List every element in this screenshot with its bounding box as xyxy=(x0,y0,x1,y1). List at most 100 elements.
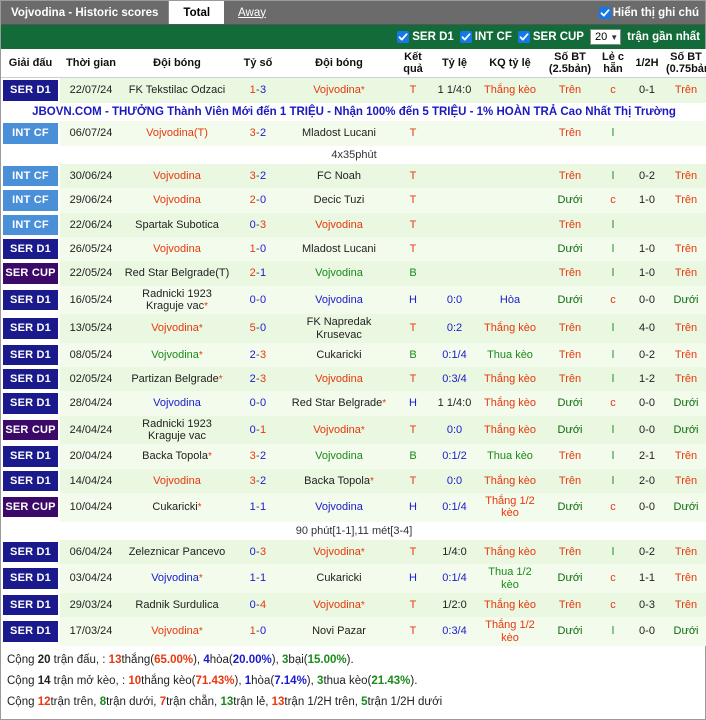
league-badge-cell[interactable]: SER D1 xyxy=(1,343,60,367)
home-team[interactable]: Vojvodina xyxy=(122,164,232,189)
col-header-ou25[interactable]: Số BT (2.5bản) xyxy=(543,49,597,79)
table-row[interactable]: SER D1 03/04/24 Vojvodina* 1-1 Cukaricki H 0:1… xyxy=(1,564,706,593)
checkbox-checked-icon[interactable] xyxy=(598,6,611,19)
col-header-odds[interactable]: Tỷ lệ xyxy=(432,49,477,79)
away-team[interactable]: FK Napredak Krusevac xyxy=(284,314,394,343)
home-team[interactable]: FK Tekstilac Odzaci xyxy=(122,77,232,103)
tab-away[interactable]: Away xyxy=(224,1,280,24)
col-header-odds-result[interactable]: KQ tỷ lệ xyxy=(477,49,543,79)
col-header-oddeven[interactable]: Lẻ c hẵn xyxy=(597,49,629,79)
league-badge-cell[interactable]: SER D1 xyxy=(1,367,60,391)
filter-ser-d1[interactable]: SER D1 xyxy=(397,31,454,43)
table-row[interactable]: SER D1 08/05/24 Vojvodina* 2-3 Cukaricki B 0:1… xyxy=(1,342,706,368)
league-badge-cell[interactable]: SER D1 xyxy=(1,444,60,468)
home-team[interactable]: Backa Topola* xyxy=(122,444,232,469)
league-badge-cell[interactable]: SER D1 xyxy=(1,286,60,315)
league-badge-cell[interactable]: INT CF xyxy=(1,164,60,188)
away-team[interactable]: Mladost Lucani xyxy=(284,121,394,146)
table-row[interactable]: SER D1 02/05/24 Partizan Belgrade* 2-3 Vojvo… xyxy=(1,367,706,392)
show-notes-toggle[interactable]: Hiển thị ghi chú xyxy=(598,1,705,24)
home-team[interactable]: Red Star Belgrade(T) xyxy=(122,261,232,286)
away-team[interactable]: Cukaricki xyxy=(284,342,394,368)
col-header-away[interactable]: Đội bóng xyxy=(284,49,394,79)
league-badge-cell[interactable]: SER D1 xyxy=(1,314,60,343)
league-badge-cell[interactable]: SER D1 xyxy=(1,617,60,646)
league-badge-cell[interactable]: SER D1 xyxy=(1,469,60,493)
promo-banner-row[interactable]: JBOVN.COM - THƯỞNG Thành Viên Mới đến 1 … xyxy=(1,102,706,122)
checkbox-checked-icon[interactable] xyxy=(517,31,530,43)
col-header-league[interactable]: Giải đấu xyxy=(1,49,60,79)
checkbox-checked-icon[interactable] xyxy=(459,31,472,43)
away-team[interactable]: Vojvodina xyxy=(284,261,394,286)
checkbox-checked-icon[interactable] xyxy=(397,31,410,43)
table-row[interactable]: INT CF 06/07/24 Vojvodina(T) 3-2 Mladost Luc… xyxy=(1,121,706,146)
table-row[interactable]: SER D1 14/04/24 Vojvodina 3-2 Backa Topola* T… xyxy=(1,468,706,493)
home-team[interactable]: Radnicki 1923 Kraguje vac* xyxy=(122,285,232,315)
away-team[interactable]: Vojvodina* xyxy=(284,415,394,445)
filter-int-cf[interactable]: INT CF xyxy=(459,31,512,43)
league-badge-cell[interactable]: SER CUP xyxy=(1,261,60,285)
league-badge-cell[interactable]: SER D1 xyxy=(1,78,60,103)
table-row[interactable]: SER D1 16/05/24 Radnicki 1923 Kraguje vac*… xyxy=(1,285,706,315)
table-row[interactable]: SER D1 06/04/24 Zeleznicar Pancevo 0-3 Vojvo… xyxy=(1,539,706,565)
away-team[interactable]: Vojvodina* xyxy=(284,77,394,103)
table-row[interactable]: SER CUP 24/04/24 Radnicki 1923 Kraguje vac… xyxy=(1,415,706,445)
home-team[interactable]: Vojvodina* xyxy=(122,342,232,368)
away-team[interactable]: Vojvodina xyxy=(284,444,394,469)
league-badge-cell[interactable]: SER CUP xyxy=(1,493,60,522)
table-row[interactable]: SER D1 28/04/24 Vojvodina 0-0 Red Star Belgr… xyxy=(1,391,706,416)
table-row[interactable]: SER CUP 10/04/24 Cukaricki* 1-1 Vojvodina H 0:… xyxy=(1,493,706,522)
league-badge-cell[interactable]: SER CUP xyxy=(1,416,60,445)
home-team[interactable]: Vojvodina* xyxy=(122,314,232,343)
table-row[interactable]: INT CF 30/06/24 Vojvodina 3-2 FC Noah T Trên l 0… xyxy=(1,164,706,189)
table-row[interactable]: INT CF 22/06/24 Spartak Subotica 0-3 Vojvodi… xyxy=(1,212,706,237)
table-row[interactable]: SER D1 13/05/24 Vojvodina* 5-0 FK Napredak K… xyxy=(1,314,706,343)
home-team[interactable]: Vojvodina* xyxy=(122,564,232,593)
away-team[interactable]: Novi Pazar xyxy=(284,617,394,646)
league-badge-cell[interactable]: INT CF xyxy=(1,188,60,212)
col-header-score[interactable]: Tỷ số xyxy=(232,49,284,79)
table-row[interactable]: SER D1 20/04/24 Backa Topola* 3-2 Vojvodina B… xyxy=(1,444,706,469)
home-team[interactable]: Radnik Surdulica xyxy=(122,592,232,618)
home-team[interactable]: Partizan Belgrade* xyxy=(122,367,232,392)
away-team[interactable]: Cukaricki xyxy=(284,564,394,593)
home-team[interactable]: Cukaricki* xyxy=(122,493,232,522)
away-team[interactable]: Vojvodina* xyxy=(284,539,394,565)
col-header-ou075[interactable]: Số BT (0.75bản) xyxy=(665,49,706,79)
home-team[interactable]: Vojvodina xyxy=(122,391,232,416)
tab-total[interactable]: Total xyxy=(169,1,225,24)
home-team[interactable]: Vojvodina(T) xyxy=(122,121,232,146)
home-team[interactable]: Radnicki 1923 Kraguje vac xyxy=(122,415,232,445)
table-row[interactable]: SER D1 26/05/24 Vojvodina 1-0 Mladost Lucani… xyxy=(1,236,706,262)
league-badge-cell[interactable]: SER D1 xyxy=(1,391,60,415)
home-team[interactable]: Vojvodina xyxy=(122,468,232,493)
away-team[interactable]: Red Star Belgrade* xyxy=(284,391,394,416)
home-team[interactable]: Zeleznicar Pancevo xyxy=(122,539,232,565)
col-header-home[interactable]: Đội bóng xyxy=(122,49,232,79)
league-badge-cell[interactable]: INT CF xyxy=(1,213,60,237)
league-badge-cell[interactable]: SER D1 xyxy=(1,237,60,261)
away-team[interactable]: Vojvodina xyxy=(284,493,394,522)
table-row[interactable]: SER D1 29/03/24 Radnik Surdulica 0-4 Vojvodi… xyxy=(1,592,706,618)
league-badge-cell[interactable]: INT CF xyxy=(1,121,60,145)
col-header-halftime[interactable]: 1/2H xyxy=(629,49,665,79)
filter-ser-cup[interactable]: SER CUP xyxy=(517,31,584,43)
home-team[interactable]: Vojvodina xyxy=(122,236,232,262)
table-row[interactable]: SER CUP 22/05/24 Red Star Belgrade(T) 2-1 Vo… xyxy=(1,261,706,286)
home-team[interactable]: Spartak Subotica xyxy=(122,212,232,237)
table-row[interactable]: INT CF 29/06/24 Vojvodina 2-0 Decic Tuzi T Dướ… xyxy=(1,188,706,213)
away-team[interactable]: Mladost Lucani xyxy=(284,236,394,262)
away-team[interactable]: Vojvodina* xyxy=(284,592,394,618)
match-count-select[interactable]: 20 ▼ xyxy=(589,29,622,45)
league-badge-cell[interactable]: SER D1 xyxy=(1,564,60,593)
table-row[interactable]: SER D1 22/07/24 FK Tekstilac Odzaci 1-3 Vojv… xyxy=(1,77,706,103)
away-team[interactable]: Backa Topola* xyxy=(284,468,394,493)
table-row[interactable]: SER D1 17/03/24 Vojvodina* 1-0 Novi Pazar T 0:… xyxy=(1,617,706,646)
away-team[interactable]: FC Noah xyxy=(284,164,394,189)
col-header-result[interactable]: Kết quả xyxy=(394,49,432,79)
away-team[interactable]: Vojvodina xyxy=(284,367,394,392)
league-badge-cell[interactable]: SER D1 xyxy=(1,593,60,617)
away-team[interactable]: Vojvodina xyxy=(284,212,394,237)
league-badge-cell[interactable]: SER D1 xyxy=(1,540,60,564)
away-team[interactable]: Decic Tuzi xyxy=(284,188,394,213)
